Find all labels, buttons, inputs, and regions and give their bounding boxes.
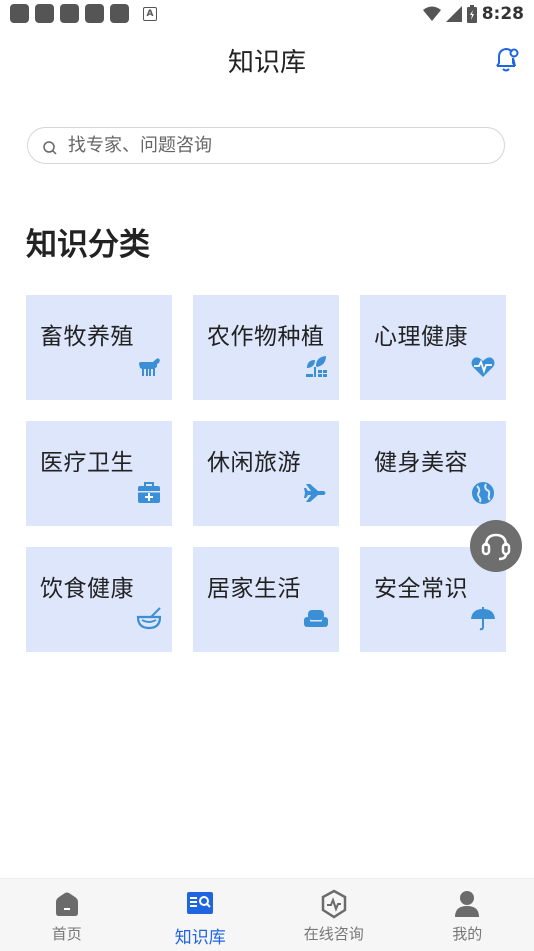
notification-icon <box>35 4 54 23</box>
nav-label: 我的 <box>452 923 482 944</box>
notification-icons: A <box>0 4 157 23</box>
notification-icon <box>10 4 29 23</box>
goat-icon <box>136 354 162 380</box>
notification-icon <box>85 4 104 23</box>
umbrella-icon <box>470 606 496 632</box>
category-label: 医疗卫生 <box>40 443 134 477</box>
nav-label: 在线咨询 <box>304 923 364 944</box>
category-card-medical[interactable]: 医疗卫生 <box>26 421 172 526</box>
nav-online-consult[interactable]: 在线咨询 <box>267 879 401 951</box>
notification-icon <box>110 4 129 23</box>
battery-icon <box>467 5 477 23</box>
category-card-travel[interactable]: 休闲旅游 <box>193 421 339 526</box>
medical-kit-icon <box>136 480 162 506</box>
category-card-diet[interactable]: 饮食健康 <box>26 547 172 652</box>
category-label: 休闲旅游 <box>207 443 301 477</box>
category-grid: 畜牧养殖 农作物种植 心理健康 医疗卫生 <box>26 295 508 652</box>
category-label: 畜牧养殖 <box>40 317 134 351</box>
bell-icon[interactable] <box>490 43 522 75</box>
category-label: 饮食健康 <box>40 569 134 603</box>
nav-profile[interactable]: 我的 <box>401 879 534 951</box>
signal-icon <box>446 6 462 22</box>
category-label: 农作物种植 <box>207 317 325 351</box>
bowl-icon <box>136 606 162 632</box>
nav-home[interactable]: 首页 <box>0 879 134 951</box>
customer-service-button[interactable] <box>470 520 522 572</box>
page-title: 知识库 <box>228 42 306 79</box>
category-card-home-life[interactable]: 居家生活 <box>193 547 339 652</box>
book-search-icon <box>185 889 215 919</box>
sofa-icon <box>303 606 329 632</box>
airplane-icon <box>303 480 329 506</box>
globe-icon <box>470 480 496 506</box>
category-label: 健身美容 <box>374 443 468 477</box>
consult-icon <box>319 889 349 919</box>
user-icon <box>452 889 482 919</box>
nav-knowledge-base[interactable]: 知识库 <box>134 879 268 951</box>
search-bar[interactable] <box>27 127 505 164</box>
category-label: 居家生活 <box>207 569 301 603</box>
a-notification-icon: A <box>143 7 157 21</box>
nav-label: 知识库 <box>175 923 226 948</box>
category-label: 心理健康 <box>374 317 468 351</box>
section-title: 知识分类 <box>26 219 150 264</box>
wifi-icon <box>423 6 441 22</box>
heart-pulse-icon <box>470 354 496 380</box>
category-card-livestock[interactable]: 畜牧养殖 <box>26 295 172 400</box>
clock: 8:28 <box>482 4 524 24</box>
category-label: 安全常识 <box>374 569 468 603</box>
header: 知识库 <box>0 27 534 93</box>
home-icon <box>52 889 82 919</box>
status-bar: A 8:28 <box>0 0 534 27</box>
search-icon <box>42 140 58 156</box>
nav-label: 首页 <box>52 923 82 944</box>
category-card-fitness[interactable]: 健身美容 <box>360 421 506 526</box>
plant-icon <box>303 354 329 380</box>
headset-icon <box>479 529 513 563</box>
bottom-nav: 首页 知识库 在线咨询 我的 <box>0 878 534 951</box>
notification-icon <box>60 4 79 23</box>
search-input[interactable] <box>68 135 468 156</box>
category-card-crops[interactable]: 农作物种植 <box>193 295 339 400</box>
category-card-mental-health[interactable]: 心理健康 <box>360 295 506 400</box>
